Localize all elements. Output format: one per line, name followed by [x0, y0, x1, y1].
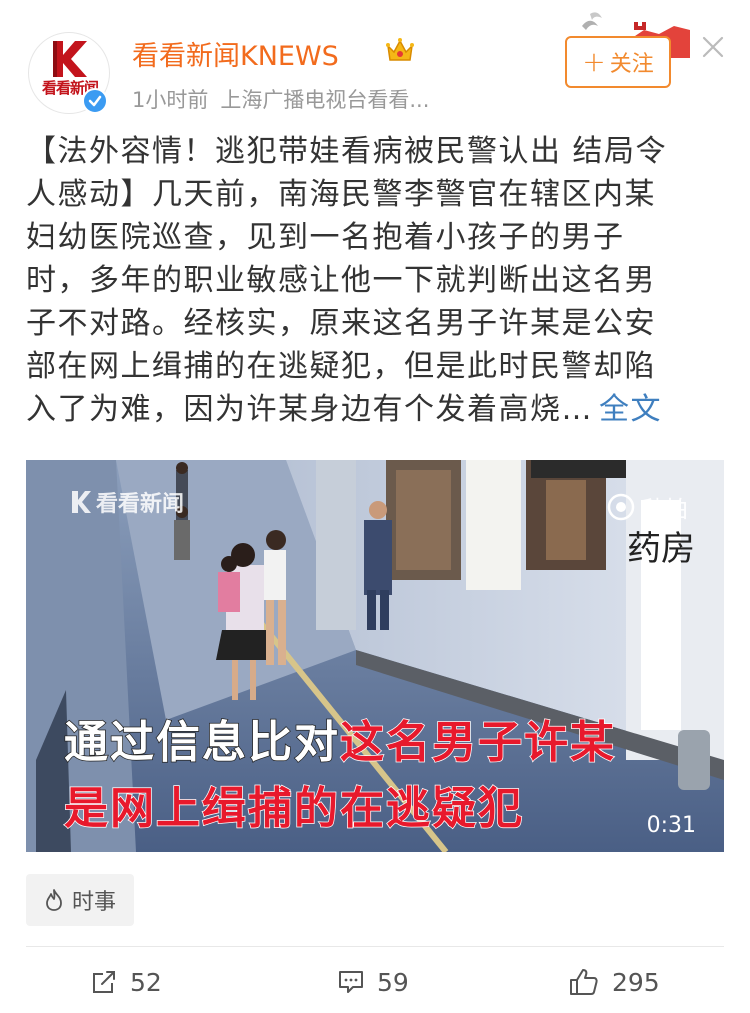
post-body: 【法外容情！逃犯带娃看病被民警认出 结局令 人感动】几天前，南海民警李警官在辖区…: [26, 130, 726, 431]
follow-button[interactable]: + 关注: [565, 36, 671, 88]
topic-tag[interactable]: 时事: [26, 874, 134, 926]
caption-white-text: 通过信息比对: [63, 716, 340, 769]
like-button[interactable]: 295: [568, 964, 660, 1000]
verified-badge-icon: [82, 88, 108, 114]
caption-red-text-2: 是网上缉捕的在逃疑犯: [63, 782, 524, 835]
post-line: 子不对路。经核实，原来这名男子许某是公安: [26, 306, 656, 341]
video-watermark-text: 看看新闻: [96, 492, 185, 517]
repost-count: 52: [130, 967, 162, 997]
post-header: 看看新闻 看看新闻KNEWS 1小时前 上海广播电视台看看... + 关注: [0, 0, 750, 120]
repost-icon: [93, 971, 115, 993]
video-watermark: 看看新闻: [70, 486, 184, 518]
post-line-last: 入了为难，因为许某身边有个发着高烧… 全文: [26, 388, 726, 431]
post-line: 部在网上缉捕的在逃疑犯，但是此时民警却陷: [26, 349, 656, 384]
post-line: 妇幼医院巡查，见到一名抱着小孩子的男子: [26, 220, 625, 255]
topic-tag-label: 时事: [71, 890, 116, 915]
post-line-text: 入了为难，因为许某身边有个发着高烧…: [26, 392, 593, 427]
post-time: 1小时前: [132, 88, 209, 112]
post-line: 【法外容情！逃犯带娃看病被民警认出 结局令: [26, 134, 668, 169]
video-caption-line-1: 通过信息比对这名男子许某: [63, 706, 616, 770]
video-player[interactable]: 药房 看看新闻 秒拍 通过信息比对这名男子许某 是网上缉捕的在逃疑犯 0:31: [26, 460, 724, 852]
read-more-link[interactable]: 全文: [599, 392, 662, 427]
caption-red-text: 这名男子许某: [339, 716, 616, 769]
follow-label: 关注: [609, 52, 654, 77]
repost-button[interactable]: 52: [90, 964, 162, 1000]
post-source: 上海广播电视台看看...: [220, 88, 430, 112]
account-name[interactable]: 看看新闻KNEWS: [132, 34, 339, 73]
actions-divider: [26, 946, 724, 947]
comment-icon: [339, 971, 363, 993]
post-meta: 1小时前 上海广播电视台看看...: [132, 84, 429, 114]
knews-logo-icon: [53, 41, 87, 77]
thumbs-up-icon: [570, 969, 598, 995]
knews-watermark-icon: [72, 491, 91, 513]
plus-icon: +: [582, 45, 606, 78]
comment-count: 59: [377, 967, 409, 997]
pharmacy-sign-text: 药房: [627, 529, 695, 569]
post-line: 人感动】几天前，南海民警李警官在辖区内某: [26, 177, 656, 212]
action-bar: 52 59 295: [0, 956, 750, 1006]
crown-icon: [386, 38, 414, 61]
comment-button[interactable]: 59: [337, 964, 409, 1000]
miaopai-icon: [607, 493, 635, 521]
like-count: 295: [612, 967, 660, 997]
miaopai-text: 秒拍: [642, 497, 688, 523]
miaopai-watermark: 秒拍: [606, 490, 688, 524]
close-icon[interactable]: [700, 34, 726, 60]
post-line: 时，多年的职业敏感让他一下就判断出这名男: [26, 263, 656, 298]
video-duration: 0:31: [646, 813, 696, 838]
video-caption-line-2: 是网上缉捕的在逃疑犯: [63, 772, 524, 836]
flame-icon: [46, 889, 62, 911]
